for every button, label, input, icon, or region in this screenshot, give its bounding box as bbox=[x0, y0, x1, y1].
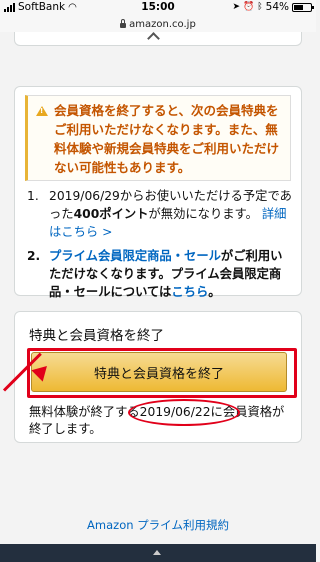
warning-alert: ! 会員資格を終了すると、次の会員特典をご利用いただけなくなります。また、無料体… bbox=[25, 95, 291, 181]
location-icon: ➤ bbox=[232, 2, 241, 12]
battery-percent: 54% bbox=[265, 1, 289, 13]
list-item: 1. 2019/06/29からお使いいただける予定であった400ポイントが無効に… bbox=[27, 189, 292, 239]
battery-icon bbox=[292, 2, 314, 12]
alarm-icon: ⏰ bbox=[243, 2, 255, 12]
warning-card: ! 会員資格を終了すると、次の会員特典をご利用いただけなくなります。また、無料体… bbox=[14, 86, 302, 299]
warning-icon: ! bbox=[36, 106, 48, 116]
bottom-bar[interactable] bbox=[0, 544, 316, 562]
section-title: 特典と会員資格を終了 bbox=[29, 328, 164, 344]
prime-sale-link[interactable]: プライム会員限定商品・セール bbox=[49, 249, 221, 263]
terms-link[interactable]: Amazon プライム利用規約 bbox=[0, 517, 316, 533]
bluetooth-icon: ᛒ bbox=[257, 2, 263, 12]
date-highlight-ellipse bbox=[128, 399, 240, 426]
url-bar[interactable]: amazon.co.jp bbox=[0, 16, 316, 32]
caret-up-icon[interactable] bbox=[153, 550, 161, 555]
warning-text: 会員資格を終了すると、次の会員特典をご利用いただけなくなります。また、無料体験や… bbox=[54, 103, 280, 175]
url-text: amazon.co.jp bbox=[129, 18, 196, 30]
status-bar: SoftBank ◠ 15:00 ➤ ⏰ ᛒ 54% bbox=[0, 0, 316, 16]
collapsed-card[interactable] bbox=[14, 32, 302, 46]
here-link[interactable]: こちら bbox=[171, 285, 208, 299]
list-item: 2. プライム会員限定商品・セールがご利用いただけなくなります。プライム会員限定… bbox=[27, 249, 283, 299]
chevron-up-icon[interactable] bbox=[147, 32, 160, 45]
lock-icon bbox=[120, 18, 127, 28]
benefit-list: 1. 2019/06/29からお使いいただける予定であった400ポイントが無効に… bbox=[27, 187, 293, 307]
points-value: 400ポイント bbox=[73, 207, 149, 221]
highlight-box bbox=[27, 348, 297, 398]
